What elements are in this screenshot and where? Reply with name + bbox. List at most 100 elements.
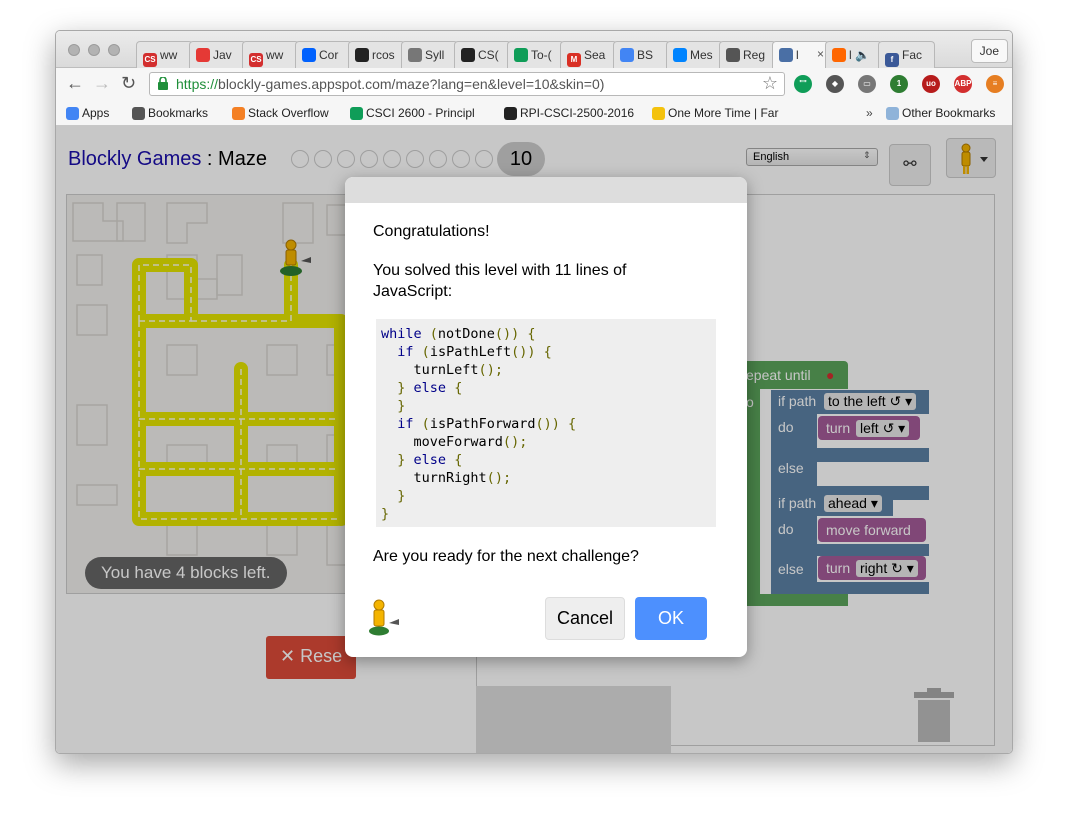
- tab-favicon-icon: [832, 48, 846, 62]
- code-line: }: [397, 398, 406, 414]
- adblock-icon[interactable]: ABP: [954, 75, 972, 93]
- browser-tab[interactable]: CS ww: [136, 41, 193, 68]
- browser-tab[interactable]: Mes: [666, 41, 723, 68]
- browser-toolbar: ← → ↻ https://blockly-games.appspot.com/…: [56, 68, 1012, 100]
- reload-icon[interactable]: ↻: [121, 73, 136, 94]
- bookmark-favicon-icon: [232, 107, 245, 120]
- tab-close-icon[interactable]: ×: [817, 47, 824, 61]
- tab-title: Fac: [902, 48, 923, 62]
- tab-title: Mes: [690, 48, 713, 62]
- tab-title: Reg: [743, 48, 766, 62]
- back-arrow-icon[interactable]: ←: [66, 73, 84, 94]
- dialog-message: You solved this level with 11 lines of J…: [373, 262, 627, 300]
- tab-favicon-icon: M: [567, 53, 581, 67]
- code-line: if (isPathLeft()) {: [397, 344, 552, 360]
- tab-favicon-icon: [461, 48, 475, 62]
- close-window-icon[interactable]: [68, 44, 80, 56]
- tab-favicon-icon: [355, 48, 369, 62]
- browser-tab[interactable]: l ×: [772, 41, 829, 69]
- browser-tab[interactable]: Syll: [401, 41, 458, 68]
- tab-title: l: [796, 48, 799, 62]
- browser-window: CS ww Jav CS ww Cor rcos Syll CS(To-(M Sea BS Mes Re…: [55, 30, 1013, 754]
- tab-title: ww: [266, 48, 284, 62]
- tab-title: CS(: [478, 48, 499, 62]
- browser-tab[interactable]: Jav: [189, 41, 246, 68]
- tab-favicon-icon: [726, 48, 740, 62]
- code-line: } else {: [397, 452, 463, 468]
- ext-green-icon[interactable]: 1: [890, 75, 908, 93]
- tab-strip: CS ww Jav CS ww Cor rcos Syll CS(To-(M Sea BS Mes Re…: [56, 31, 1012, 69]
- profile-button[interactable]: Joe: [970, 39, 1008, 63]
- hangouts-icon[interactable]: "": [794, 75, 812, 93]
- tab-favicon-icon: [673, 48, 687, 62]
- browser-tab[interactable]: CS ww: [242, 41, 299, 68]
- browser-tab[interactable]: Cor: [295, 41, 352, 68]
- tab-favicon-icon: f: [885, 53, 899, 67]
- bookmark-item[interactable]: One More Time | Far: [652, 106, 778, 120]
- browser-tab[interactable]: f Fac: [878, 41, 935, 68]
- tab-favicon-icon: [408, 48, 422, 62]
- browser-tab[interactable]: BS: [613, 41, 670, 68]
- tab-favicon-icon: [779, 48, 793, 62]
- cancel-button[interactable]: Cancel: [545, 597, 625, 640]
- pushbullet-icon[interactable]: ◆: [826, 75, 844, 93]
- ublock-icon[interactable]: uo: [922, 75, 940, 93]
- browser-tab[interactable]: Reg: [719, 41, 776, 68]
- bookmark-star-icon[interactable]: ☆: [762, 73, 778, 94]
- bookmark-item[interactable]: Apps: [66, 106, 109, 120]
- browser-tab[interactable]: To-(: [507, 41, 564, 68]
- code-line: moveForward();: [381, 434, 528, 450]
- dialog-heading: Congratulations!: [373, 223, 490, 240]
- maximize-window-icon[interactable]: [108, 44, 120, 56]
- bookmark-item[interactable]: Stack Overflow: [232, 106, 329, 120]
- bookmarks-overflow[interactable]: »: [866, 106, 873, 120]
- bookmark-favicon-icon: [132, 107, 145, 120]
- code-line: turnLeft();: [381, 362, 503, 378]
- tab-favicon-icon: [514, 48, 528, 62]
- url-text: blockly-games.appspot.com/maze?lang=en&l…: [218, 76, 605, 92]
- url-scheme: https://: [176, 76, 219, 92]
- tab-title: BS: [637, 48, 654, 62]
- dialog-header: [345, 177, 747, 203]
- bookmarks-bar: Apps Bookmarks Stack Overflow CSCI 2600 - P…: [56, 100, 1012, 126]
- bookmark-item[interactable]: Bookmarks: [132, 106, 208, 120]
- browser-tab[interactable]: rcos: [348, 41, 405, 68]
- tab-title: ww: [160, 48, 178, 62]
- forward-arrow-icon[interactable]: →: [93, 73, 111, 94]
- browser-tab[interactable]: CS(: [454, 41, 511, 68]
- tab-title: l 🔈: [849, 48, 870, 62]
- lock-icon: [158, 77, 168, 90]
- congratulations-dialog: Congratulations! You solved this level w…: [345, 177, 747, 657]
- minimize-window-icon[interactable]: [88, 44, 100, 56]
- code-line: turnRight();: [381, 470, 512, 486]
- address-bar[interactable]: https://blockly-games.appspot.com/maze?l…: [149, 72, 785, 96]
- bookmark-favicon-icon: [504, 107, 517, 120]
- code-line: }: [381, 506, 390, 522]
- ok-button[interactable]: OK: [635, 597, 707, 640]
- menu-icon[interactable]: ≡: [986, 75, 1004, 93]
- tab-favicon-icon: [620, 48, 634, 62]
- cast-icon[interactable]: ▭: [858, 75, 876, 93]
- tab-title: Sea: [584, 48, 606, 62]
- browser-tab[interactable]: M Sea: [560, 41, 617, 68]
- code-line: while (notDone()) {: [381, 326, 536, 342]
- bookmark-favicon-icon: [350, 107, 363, 120]
- bookmark-item[interactable]: CSCI 2600 - Principl: [350, 106, 475, 120]
- solution-code: while (notDone()) { if (isPathLeft()) { …: [376, 319, 716, 527]
- code-line: }: [397, 488, 406, 504]
- tab-favicon-icon: CS: [249, 53, 263, 67]
- folder-icon: [886, 107, 899, 120]
- code-line: if (isPathForward()) {: [397, 416, 577, 432]
- dialog-question: Are you ready for the next challenge?: [373, 548, 639, 565]
- pegman-icon: [369, 599, 399, 636]
- tab-favicon-icon: [302, 48, 316, 62]
- bookmark-item[interactable]: RPI-CSCI-2500-2016: [504, 106, 634, 120]
- browser-tab[interactable]: l 🔈: [825, 41, 882, 68]
- bookmark-favicon-icon: [652, 107, 665, 120]
- tab-title: To-(: [531, 48, 552, 62]
- tab-title: Syll: [425, 48, 445, 62]
- tab-favicon-icon: [196, 48, 210, 62]
- tab-title: rcos: [372, 48, 395, 62]
- other-bookmarks[interactable]: Other Bookmarks: [886, 106, 995, 120]
- tab-title: Jav: [213, 48, 232, 62]
